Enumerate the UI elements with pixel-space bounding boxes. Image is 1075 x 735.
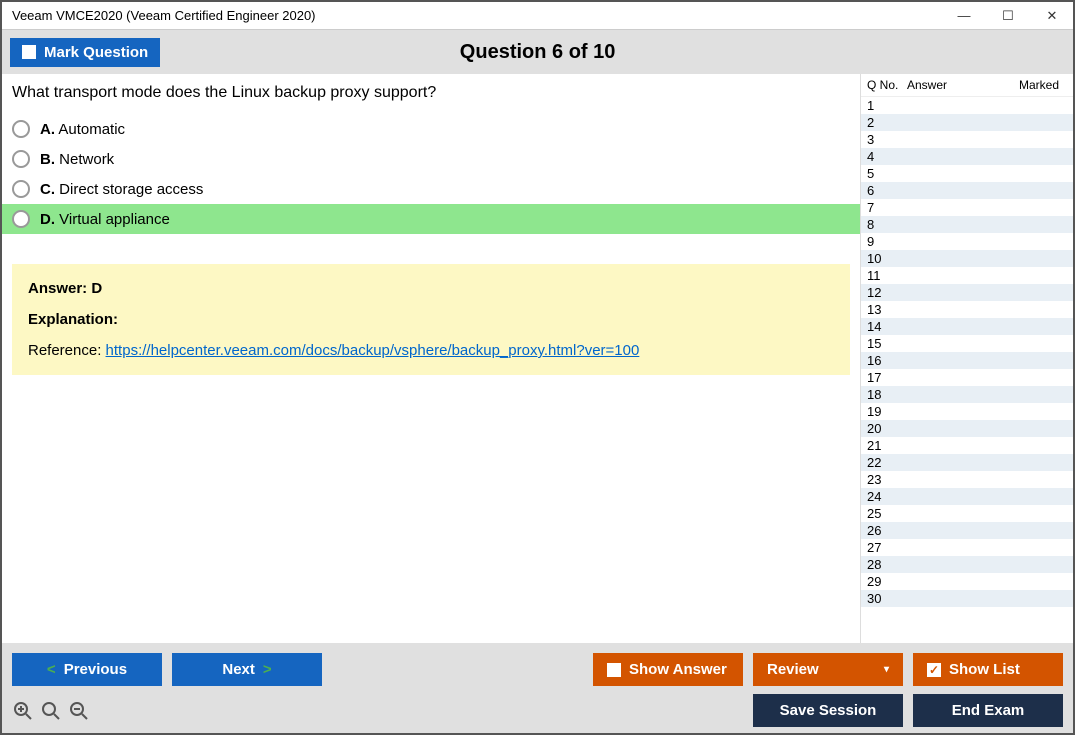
list-item[interactable]: 19 <box>861 403 1073 420</box>
header-answer: Answer <box>907 78 987 92</box>
list-item[interactable]: 11 <box>861 267 1073 284</box>
list-item[interactable]: 20 <box>861 420 1073 437</box>
zoom-controls <box>12 700 90 722</box>
footer-row-1: < Previous Next > Show Answer Review ▾ ✓… <box>12 653 1063 686</box>
header-bar: Mark Question Question 6 of 10 <box>2 30 1073 74</box>
maximize-icon[interactable]: ☐ <box>995 8 1021 24</box>
option-a[interactable]: A. Automatic <box>2 114 860 144</box>
radio-icon <box>12 120 30 138</box>
list-item[interactable]: 10 <box>861 250 1073 267</box>
list-item[interactable]: 21 <box>861 437 1073 454</box>
list-item[interactable]: 29 <box>861 573 1073 590</box>
radio-icon <box>12 180 30 198</box>
mark-checkbox-icon <box>22 45 36 59</box>
zoom-reset-icon[interactable] <box>40 700 62 722</box>
app-window: Veeam VMCE2020 (Veeam Certified Engineer… <box>0 0 1075 735</box>
options-list: A. AutomaticB. NetworkC. Direct storage … <box>2 114 860 244</box>
list-item[interactable]: 16 <box>861 352 1073 369</box>
option-d[interactable]: D. Virtual appliance <box>2 204 860 234</box>
header-qno: Q No. <box>867 78 907 92</box>
minimize-icon[interactable]: — <box>951 8 977 24</box>
option-text: Network <box>59 151 114 168</box>
end-exam-button[interactable]: End Exam <box>913 694 1063 727</box>
option-text: Virtual appliance <box>59 211 170 228</box>
explanation-label: Explanation: <box>28 311 834 328</box>
list-item[interactable]: 9 <box>861 233 1073 250</box>
answer-label: Answer: D <box>28 280 834 297</box>
list-item[interactable]: 1 <box>861 97 1073 114</box>
previous-label: Previous <box>64 661 127 678</box>
list-item[interactable]: 14 <box>861 318 1073 335</box>
list-item[interactable]: 15 <box>861 335 1073 352</box>
option-letter: C. <box>40 181 55 198</box>
list-item[interactable]: 24 <box>861 488 1073 505</box>
list-item[interactable]: 3 <box>861 131 1073 148</box>
content-area: What transport mode does the Linux backu… <box>2 74 1073 643</box>
radio-icon <box>12 150 30 168</box>
list-item[interactable]: 5 <box>861 165 1073 182</box>
show-list-label: Show List <box>949 661 1020 678</box>
review-label: Review <box>767 661 819 678</box>
window-controls: — ☐ ✕ <box>951 8 1065 24</box>
list-item[interactable]: 28 <box>861 556 1073 573</box>
reference-link[interactable]: https://helpcenter.veeam.com/docs/backup… <box>106 342 640 359</box>
list-item[interactable]: 26 <box>861 522 1073 539</box>
list-item[interactable]: 7 <box>861 199 1073 216</box>
mark-question-button[interactable]: Mark Question <box>10 38 160 67</box>
list-header: Q No. Answer Marked <box>861 74 1073 97</box>
show-list-button[interactable]: ✓ Show List <box>913 653 1063 686</box>
footer-row-2: Save Session End Exam <box>12 694 1063 727</box>
zoom-in-icon[interactable] <box>12 700 34 722</box>
explanation-box: Answer: D Explanation: Reference: https:… <box>12 264 850 375</box>
footer-bar: < Previous Next > Show Answer Review ▾ ✓… <box>2 643 1073 733</box>
chevron-right-icon: > <box>263 661 272 678</box>
option-letter: D. <box>40 211 55 228</box>
list-item[interactable]: 23 <box>861 471 1073 488</box>
header-marked: Marked <box>987 78 1067 92</box>
question-list[interactable]: 1234567891011121314151617181920212223242… <box>861 97 1073 643</box>
option-letter: A. <box>40 121 55 138</box>
list-item[interactable]: 30 <box>861 590 1073 607</box>
question-list-panel: Q No. Answer Marked 12345678910111213141… <box>860 74 1073 643</box>
option-text: Direct storage access <box>59 181 203 198</box>
option-text: Automatic <box>58 121 125 138</box>
close-icon[interactable]: ✕ <box>1039 8 1065 24</box>
title-bar: Veeam VMCE2020 (Veeam Certified Engineer… <box>2 2 1073 30</box>
list-item[interactable]: 17 <box>861 369 1073 386</box>
show-list-checkbox-icon: ✓ <box>927 663 941 677</box>
show-answer-checkbox-icon <box>607 663 621 677</box>
chevron-down-icon: ▾ <box>884 664 889 675</box>
list-item[interactable]: 6 <box>861 182 1073 199</box>
next-label: Next <box>222 661 255 678</box>
radio-icon <box>12 210 30 228</box>
list-item[interactable]: 8 <box>861 216 1073 233</box>
question-counter: Question 6 of 10 <box>160 41 915 64</box>
option-b[interactable]: B. Network <box>2 144 860 174</box>
zoom-out-icon[interactable] <box>68 700 90 722</box>
list-item[interactable]: 13 <box>861 301 1073 318</box>
end-exam-label: End Exam <box>952 702 1025 719</box>
show-answer-button[interactable]: Show Answer <box>593 653 743 686</box>
chevron-left-icon: < <box>47 661 56 678</box>
list-item[interactable]: 25 <box>861 505 1073 522</box>
list-item[interactable]: 2 <box>861 114 1073 131</box>
review-dropdown[interactable]: Review ▾ <box>753 653 903 686</box>
list-item[interactable]: 18 <box>861 386 1073 403</box>
save-session-label: Save Session <box>780 702 877 719</box>
option-c[interactable]: C. Direct storage access <box>2 174 860 204</box>
option-letter: B. <box>40 151 55 168</box>
save-session-button[interactable]: Save Session <box>753 694 903 727</box>
question-text: What transport mode does the Linux backu… <box>2 84 860 114</box>
previous-button[interactable]: < Previous <box>12 653 162 686</box>
list-item[interactable]: 4 <box>861 148 1073 165</box>
list-item[interactable]: 22 <box>861 454 1073 471</box>
list-item[interactable]: 12 <box>861 284 1073 301</box>
window-title: Veeam VMCE2020 (Veeam Certified Engineer… <box>10 4 318 27</box>
reference-prefix: Reference: <box>28 342 106 359</box>
mark-label: Mark Question <box>44 44 148 61</box>
show-answer-label: Show Answer <box>629 661 727 678</box>
question-pane: What transport mode does the Linux backu… <box>2 74 860 643</box>
list-item[interactable]: 27 <box>861 539 1073 556</box>
next-button[interactable]: Next > <box>172 653 322 686</box>
